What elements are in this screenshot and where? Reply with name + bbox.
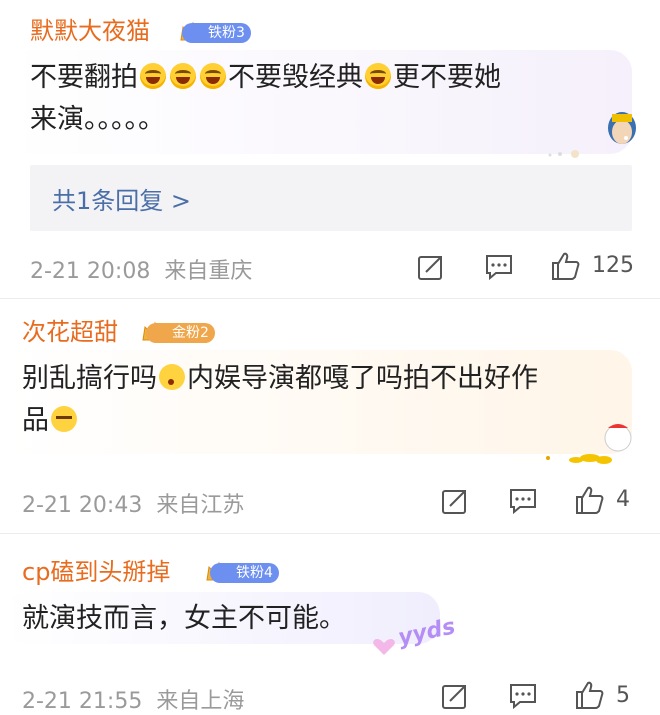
like-count: 5 [616,683,630,708]
comment-icon[interactable] [508,681,538,711]
comment-icon[interactable] [508,486,538,516]
share-icon[interactable] [440,486,470,516]
text-part: 别乱搞行吗 [22,363,157,394]
like-count: 125 [592,253,634,278]
divider [0,533,660,534]
thumbs-up-icon[interactable] [574,679,606,711]
text-part: 内娱导演都嘎了吗拍不出好作 [187,363,538,394]
thumbs-up-icon[interactable] [550,250,582,282]
share-icon[interactable] [440,681,470,711]
comment-3-text: 就演技而言，女主不可能。 [22,603,346,634]
laugh-cry-emoji [365,63,391,89]
fan-badge: 金粉2 [146,323,215,343]
comment-location: 来自江苏 [156,493,245,518]
comment-time: 2-21 20:43 来自江苏 [22,493,245,518]
thumbs-up-icon[interactable] [574,484,606,516]
reply-box[interactable]: 共1条回复 > [30,165,632,231]
divider [0,298,660,299]
laugh-cry-emoji [170,63,196,89]
text-part: 不要毁经典 [228,62,363,93]
share-icon[interactable] [416,252,446,282]
pearl-earring-girl-sticker [548,112,636,158]
fortune-sticker [546,424,632,464]
fan-badge: 铁粉4 [210,563,279,583]
text-part: 不要翻拍 [30,62,138,93]
laugh-cry-emoji [200,63,226,89]
comment-location: 来自上海 [156,689,245,714]
text-part: 品 [22,405,49,436]
comment-1-username[interactable]: 默默大夜猫 [30,16,150,46]
like-count: 4 [616,487,630,512]
comment-icon[interactable] [484,252,514,282]
laugh-cry-emoji [140,63,166,89]
facepalm-emoji [51,406,77,432]
comment-time: 2-21 21:55 来自上海 [22,689,245,714]
fan-badge: 铁粉3 [182,23,251,43]
comment-3-username[interactable]: cp磕到头掰掉 [22,557,170,587]
thinking-emoji [159,364,185,390]
comment-location: 来自重庆 [164,259,253,284]
text-part: 更不要她 [393,62,501,93]
comment-1: 默默大夜猫 铁粉3 不要翻拍 不要毁经典 更不要她 来演。。。。。 共1条回复 > … [0,0,660,298]
comment-2-username[interactable]: 次花超甜 [22,317,118,347]
view-replies-link[interactable]: 共1条回复 > [52,181,191,216]
text-part: 来演。。。。。 [30,104,165,135]
comment-time: 2-21 20:08 来自重庆 [30,259,253,284]
heart-sticker [373,639,395,655]
